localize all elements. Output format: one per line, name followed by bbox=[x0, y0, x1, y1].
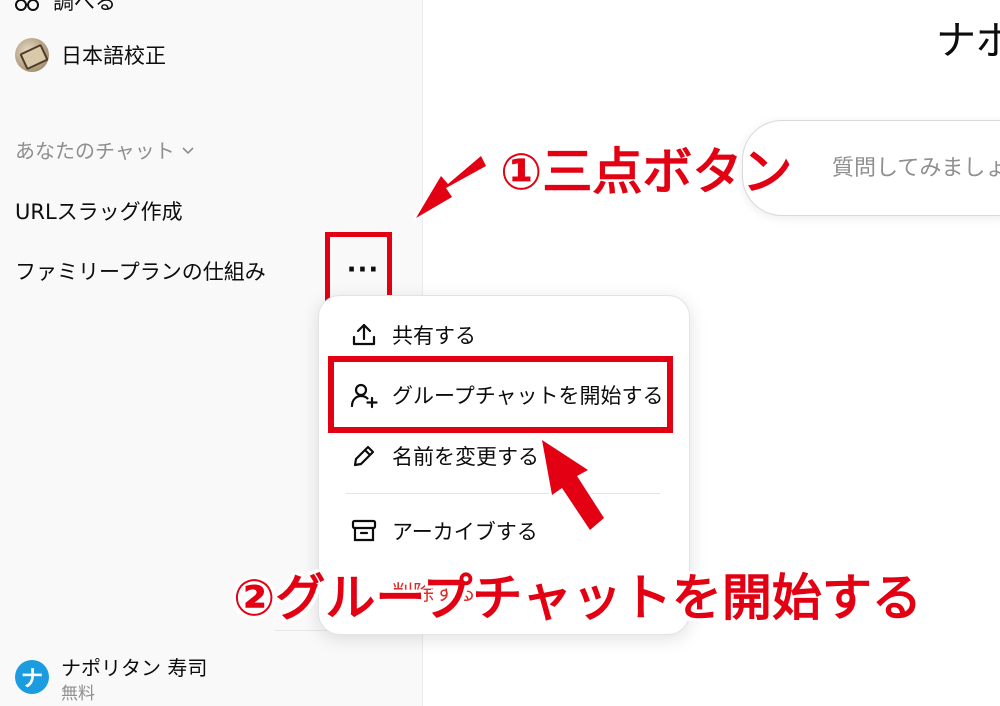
annotation-step-1: ①三点ボタン bbox=[500, 143, 793, 201]
menu-item-archive[interactable]: アーカイブする bbox=[350, 516, 538, 546]
composer-placeholder: 質問してみましょう bbox=[832, 156, 1000, 181]
sidebar-item-label: 日本語校正 bbox=[61, 44, 166, 68]
pencil-icon bbox=[353, 445, 375, 467]
user-plan: 無料 bbox=[61, 684, 95, 704]
chat-item-active[interactable]: ファミリープランの仕組み bbox=[15, 256, 266, 286]
avatar: ナ bbox=[15, 660, 49, 694]
section-label: あなたのチャット bbox=[15, 139, 175, 163]
menu-item-label: 共有する bbox=[392, 324, 476, 348]
chats-section-toggle[interactable]: あなたのチャット bbox=[15, 135, 195, 164]
page-title: ナポ bbox=[936, 18, 1000, 64]
share-icon bbox=[352, 323, 376, 346]
annotation-step-2: ②グループチャットを開始する bbox=[233, 569, 922, 627]
user-name: ナポリタン 寿司 bbox=[61, 656, 208, 680]
menu-item-label: 名前を変更する bbox=[392, 445, 539, 469]
sidebar-item-gpt[interactable]: 日本語校正 bbox=[15, 38, 166, 72]
sidebar-item-label: 調べる bbox=[53, 0, 116, 14]
gpt-avatar bbox=[15, 38, 49, 72]
menu-item-label: アーカイブする bbox=[392, 520, 538, 544]
chevron-down-icon bbox=[182, 146, 194, 154]
arrow-to-options-button bbox=[413, 153, 489, 221]
menu-item-share[interactable]: 共有する bbox=[350, 320, 476, 350]
archive-icon bbox=[351, 519, 377, 542]
binoculars-icon bbox=[15, 0, 39, 11]
user-profile[interactable]: ナ ナポリタン 寿司 無料 bbox=[15, 654, 207, 706]
highlight-box-group-chat bbox=[328, 356, 673, 433]
chat-item[interactable]: URLスラッグ作成 bbox=[15, 196, 183, 226]
menu-item-rename[interactable]: 名前を変更する bbox=[350, 441, 539, 471]
menu-divider bbox=[346, 493, 660, 494]
sidebar-item-search[interactable]: 調べる bbox=[15, 0, 116, 16]
